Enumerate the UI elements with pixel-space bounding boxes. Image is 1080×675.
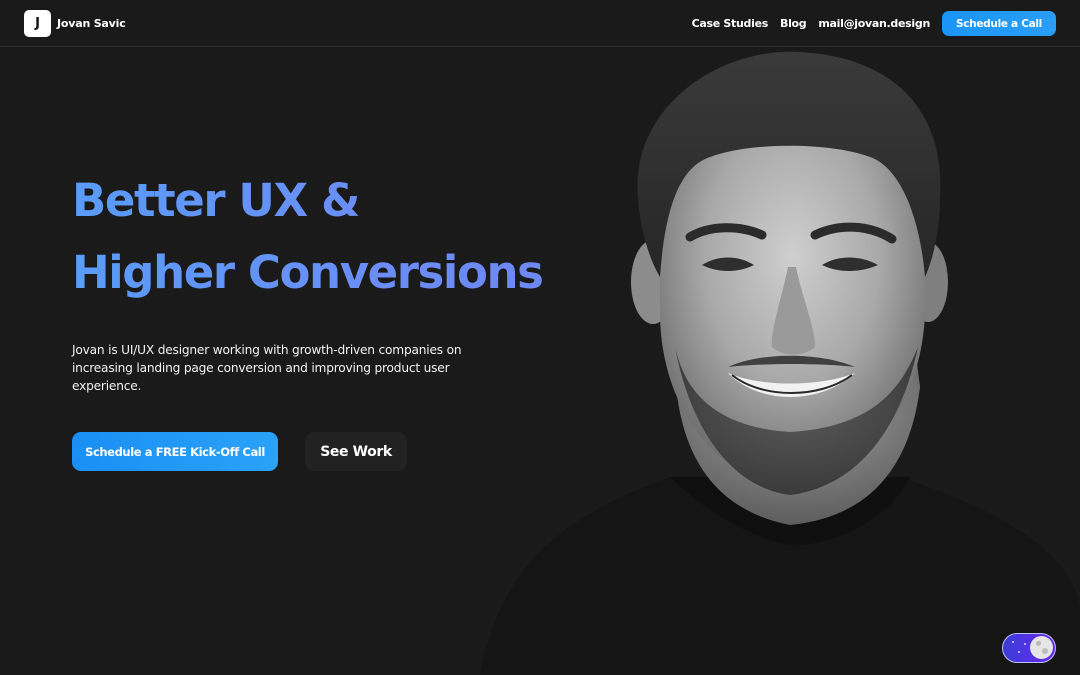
schedule-kickoff-call-button[interactable]: Schedule a FREE Kick-Off Call	[72, 432, 278, 471]
hero-headline: Better UX & Higher Conversions	[72, 165, 592, 309]
nav-link-email[interactable]: mail@jovan.design	[818, 17, 930, 30]
star-icon	[1018, 651, 1020, 653]
main-nav: Case Studies Blog mail@jovan.design Sche…	[692, 11, 1056, 36]
schedule-call-button[interactable]: Schedule a Call	[942, 11, 1056, 36]
moon-icon	[1030, 636, 1053, 659]
headline-line-1: Better UX &	[72, 165, 592, 237]
hero-intro-text: Jovan is UI/UX designer working with gro…	[72, 343, 462, 393]
theme-toggle[interactable]	[1002, 633, 1056, 663]
nav-link-case-studies[interactable]: Case Studies	[692, 17, 769, 30]
brand-name: Jovan Savic	[57, 17, 126, 30]
see-work-button[interactable]: See Work	[305, 432, 407, 471]
landing-page: J Jovan Savic Case Studies Blog mail@jov…	[0, 0, 1080, 675]
top-navigation-bar: J Jovan Savic Case Studies Blog mail@jov…	[0, 0, 1080, 47]
nav-link-blog[interactable]: Blog	[780, 17, 807, 30]
headline-line-2: Higher Conversions	[72, 237, 592, 309]
star-icon	[1012, 641, 1014, 643]
logo-mark: J	[24, 10, 51, 37]
hero-actions: Schedule a FREE Kick-Off Call See Work	[72, 432, 407, 471]
portrait-photo	[480, 51, 1080, 675]
brand-home-link[interactable]: J Jovan Savic	[24, 10, 126, 37]
star-icon	[1024, 643, 1026, 645]
